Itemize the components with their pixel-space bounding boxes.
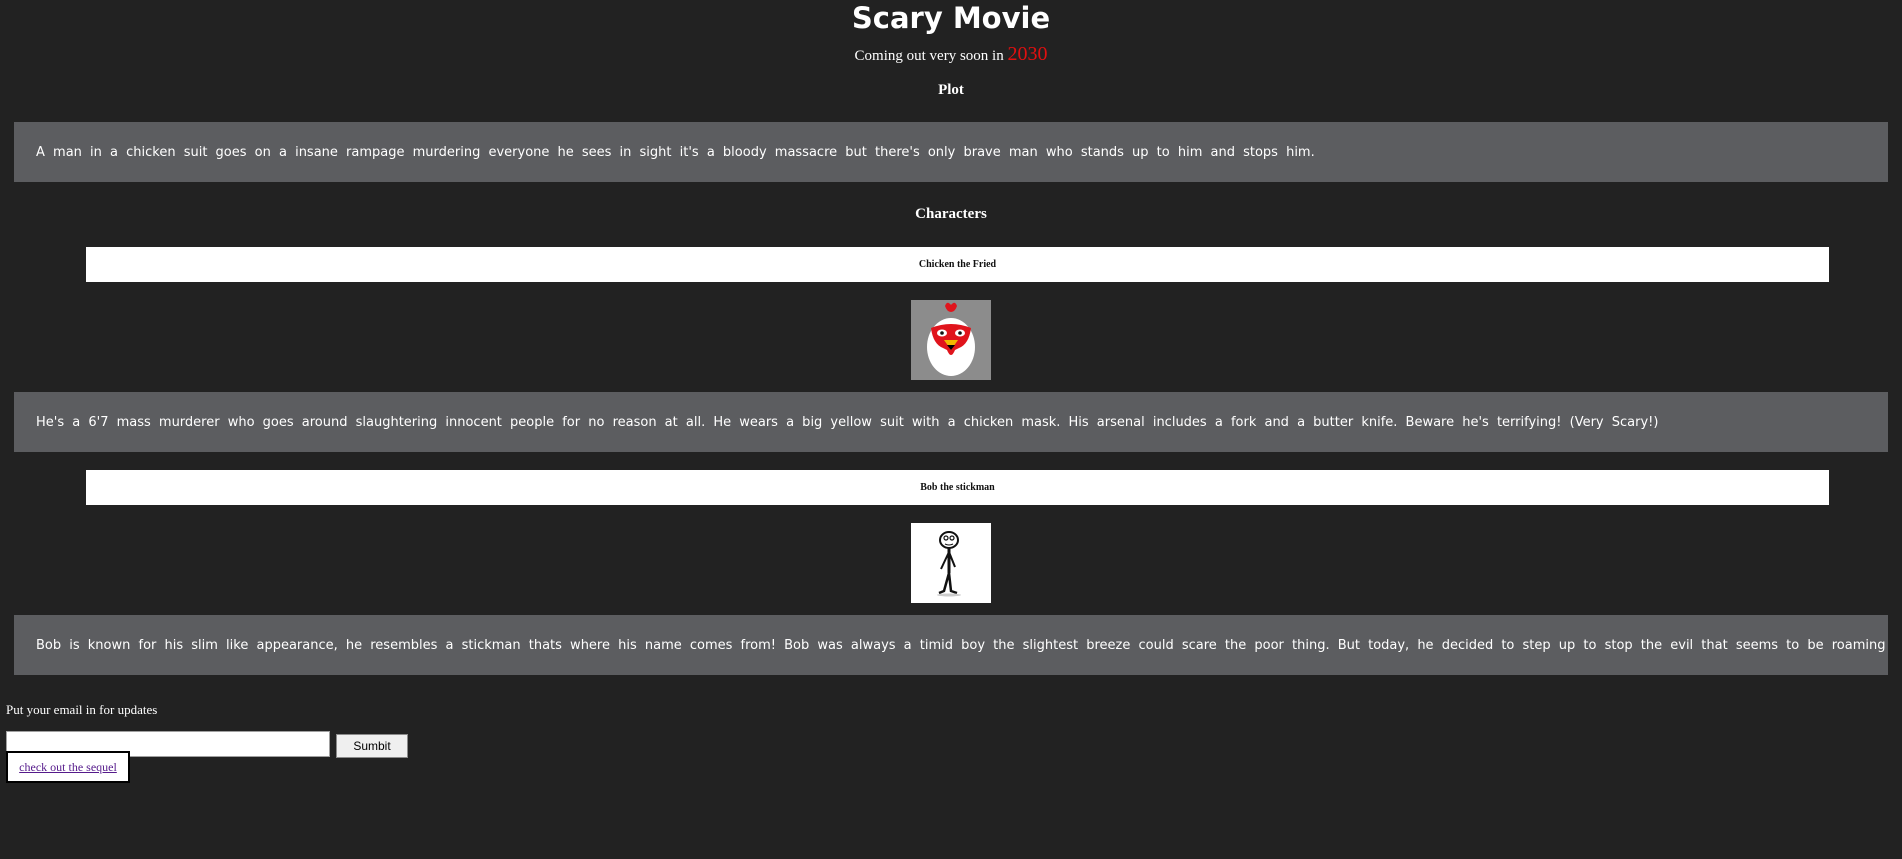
characters-heading: Characters bbox=[915, 206, 987, 222]
plot-text: A man in a chicken suit goes on a insane… bbox=[36, 144, 1315, 160]
release-line: Coming out very soon in 2030 bbox=[0, 44, 1902, 66]
sequel-link-box: check out the sequel bbox=[6, 751, 130, 783]
stickman-icon bbox=[911, 523, 991, 603]
sequel-link[interactable]: check out the sequel bbox=[19, 760, 117, 775]
page-title: Scary Movie bbox=[851, 1, 1051, 35]
plot-text-box: A man in a chicken suit goes on a insane… bbox=[14, 122, 1888, 182]
chicken-mask-icon bbox=[911, 300, 991, 380]
release-prefix: Coming out very soon in bbox=[854, 48, 1008, 64]
character-description-text: He's a 6'7 mass murderer who goes around… bbox=[36, 414, 1659, 430]
submit-button[interactable]: Sumbit bbox=[336, 734, 408, 758]
character-name-label: Bob the stickman bbox=[920, 482, 995, 493]
release-year: 2030 bbox=[1007, 43, 1048, 65]
character-name-chicken: Chicken the Fried bbox=[86, 247, 1829, 282]
plot-heading: Plot bbox=[938, 82, 964, 98]
email-signup-label: Put your email in for updates bbox=[6, 702, 158, 717]
character-description-text: Bob is known for his slim like appearanc… bbox=[36, 637, 1888, 653]
character-description-bob: Bob is known for his slim like appearanc… bbox=[14, 615, 1888, 675]
character-description-chicken: He's a 6'7 mass murderer who goes around… bbox=[14, 392, 1888, 452]
character-name-bob: Bob the stickman bbox=[86, 470, 1829, 505]
character-name-label: Chicken the Fried bbox=[918, 259, 997, 270]
